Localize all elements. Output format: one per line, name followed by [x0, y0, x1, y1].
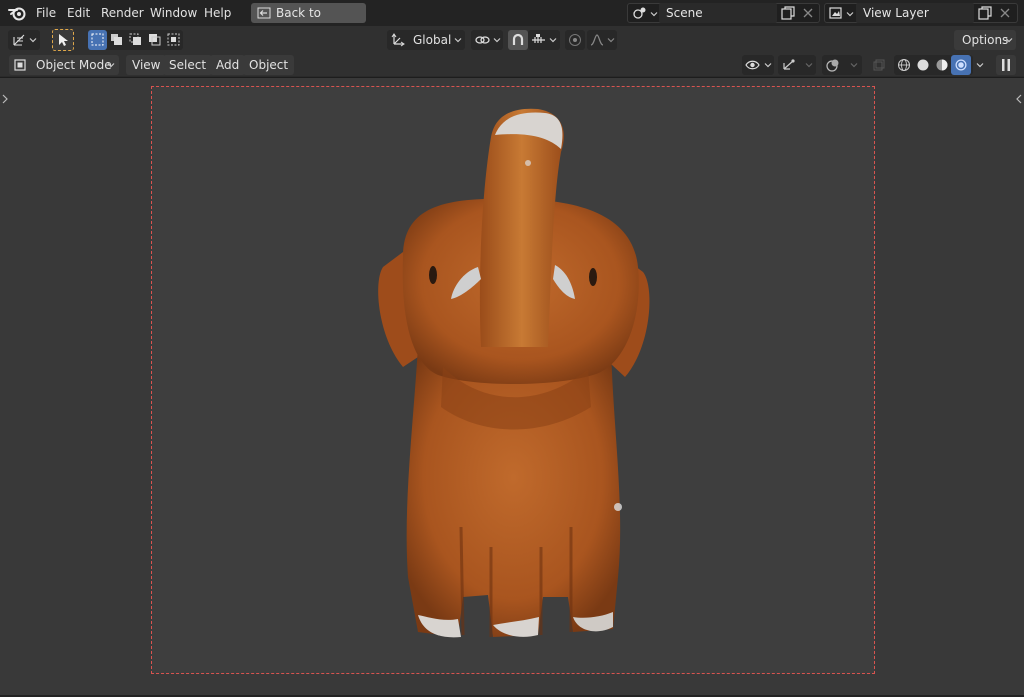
menu-window[interactable]: Window [144, 4, 203, 22]
top-bar: File Edit Render Window Help Back to Pre… [0, 0, 1024, 40]
scene-name-field[interactable]: Scene [659, 3, 777, 23]
proportional-falloff-dropdown[interactable] [587, 30, 617, 50]
chevron-down-icon [454, 38, 462, 43]
eye-icon [745, 60, 760, 70]
falloff-curve-icon [590, 34, 604, 46]
viewport-header: Object Mode View Select Add Object [0, 53, 1024, 77]
overlays-dropdown[interactable] [822, 55, 862, 75]
select-extend-button[interactable] [107, 30, 126, 50]
options-dropdown[interactable]: Options [954, 30, 1016, 50]
blender-logo-icon[interactable] [8, 5, 26, 21]
editor-type-selector[interactable] [8, 30, 40, 50]
menu-render[interactable]: Render [95, 4, 150, 22]
view-layer-icon[interactable] [828, 5, 844, 21]
pause-icon [1002, 59, 1010, 71]
rendered-sphere-icon [955, 59, 967, 71]
select-intersect-icon [167, 33, 180, 46]
chevron-down-icon [493, 38, 501, 43]
select-subtract-icon [129, 33, 141, 45]
chevron-down-icon [846, 12, 854, 17]
transform-orientation-dropdown[interactable]: Global [387, 30, 465, 50]
proportional-edit-toggle[interactable] [565, 30, 585, 50]
menu-object[interactable]: Object [243, 55, 295, 75]
camera-frame [151, 86, 875, 674]
toolbar-expand-arrow-icon[interactable] [1, 94, 9, 104]
menu-edit[interactable]: Edit [61, 4, 96, 22]
shading-solid-button[interactable] [913, 55, 933, 75]
solid-sphere-icon [917, 59, 929, 71]
select-invert-button[interactable] [145, 30, 164, 50]
mode-label: Object Mode [36, 58, 112, 72]
chevron-down-icon [607, 38, 615, 43]
material-sphere-icon [936, 59, 948, 71]
orientation-global-icon [391, 33, 405, 47]
active-tool-select-button[interactable] [52, 29, 74, 51]
close-view-layer-icon[interactable] [997, 5, 1013, 21]
menu-view[interactable]: View [126, 55, 167, 75]
chevron-down-icon [805, 63, 813, 68]
shading-wireframe-button[interactable] [894, 55, 914, 75]
sidebar-expand-arrow-icon[interactable] [1015, 94, 1023, 104]
menu-select[interactable]: Select [163, 55, 213, 75]
menu-file[interactable]: File [30, 4, 62, 22]
back-arrow-icon [257, 7, 271, 19]
proportional-edit-icon [569, 34, 581, 46]
shading-rendered-button[interactable] [951, 55, 971, 75]
cursor-arrow-icon [59, 34, 68, 46]
close-scene-icon[interactable] [800, 5, 816, 21]
elephant-model[interactable] [363, 107, 663, 657]
chevron-down-icon [107, 63, 115, 68]
mode-selector-dropdown[interactable]: Object Mode [9, 55, 119, 75]
magnet-icon [512, 33, 524, 45]
back-to-previous-button[interactable]: Back to Previous [251, 3, 366, 40]
select-extend-icon [111, 34, 122, 45]
menu-add[interactable]: Add [210, 55, 246, 75]
overlays-icon [826, 59, 839, 72]
duplicate-scene-icon[interactable] [780, 5, 796, 21]
snap-increment-icon [532, 34, 545, 43]
wireframe-sphere-icon [898, 59, 910, 71]
view-layer-name-field[interactable]: View Layer [856, 3, 974, 23]
transform-orientation-label: Global [413, 33, 452, 47]
chevron-down-icon [29, 38, 37, 43]
pivot-link-icon [475, 36, 490, 44]
chevron-down-icon [549, 38, 557, 43]
chevron-down-icon [650, 12, 658, 17]
pivot-point-dropdown[interactable] [471, 30, 503, 50]
select-new-icon [91, 33, 104, 46]
pause-render-button[interactable] [996, 55, 1016, 75]
xray-icon [873, 59, 885, 71]
duplicate-view-layer-icon[interactable] [977, 5, 993, 21]
snap-element-dropdown[interactable] [528, 30, 560, 50]
chevron-down-icon [850, 63, 858, 68]
xray-toggle[interactable] [869, 55, 889, 75]
gizmo-icon [783, 59, 795, 70]
chevron-down-icon [1005, 38, 1013, 43]
shading-material-button[interactable] [932, 55, 952, 75]
tool-settings-header: Global Options [0, 26, 1024, 53]
transform-axes-icon [13, 34, 25, 46]
shading-options-chevron-icon[interactable] [976, 61, 984, 69]
object-visibility-dropdown[interactable] [742, 55, 774, 75]
select-invert-icon [149, 34, 161, 46]
select-intersect-button[interactable] [164, 30, 183, 50]
chevron-down-icon [764, 63, 772, 68]
scene-icon[interactable] [632, 5, 648, 21]
3d-viewport[interactable] [0, 78, 1024, 695]
select-new-button[interactable] [88, 30, 107, 50]
menu-help[interactable]: Help [198, 4, 237, 22]
gizmo-dropdown[interactable] [778, 55, 816, 75]
object-mode-icon [14, 59, 26, 71]
select-subtract-button[interactable] [126, 30, 145, 50]
snap-toggle[interactable] [508, 30, 528, 50]
